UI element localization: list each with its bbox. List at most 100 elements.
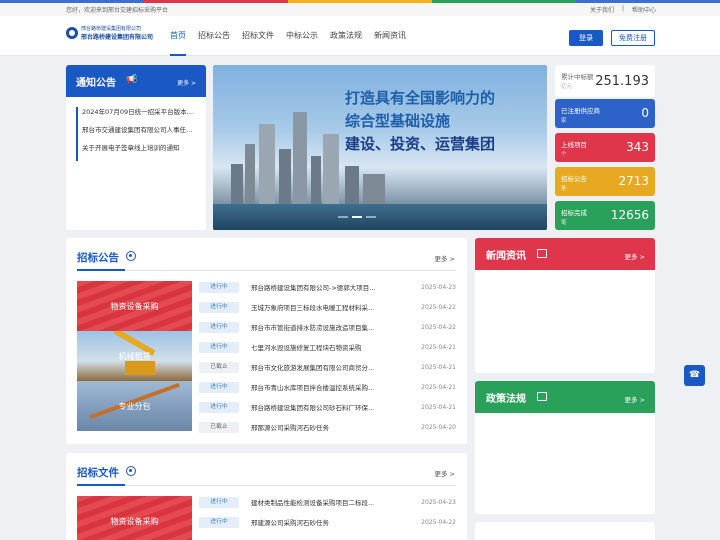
row-title[interactable]: 七里河水毁设施修复工程块石物资采购 [251,342,389,352]
carousel-dot[interactable] [366,216,376,218]
status-badge: 进行中 [199,381,239,393]
table-row[interactable]: 进行中 七里河水毁设施修复工程块石物资采购 2025-04-21 [199,337,456,357]
target-icon [126,466,136,476]
stat-label: 累计中标额 [561,73,594,81]
skyline-building [231,164,243,204]
row-title[interactable]: 邢台市市管街道排水防涝设施改造项目集... [251,322,389,332]
skyline-building [245,144,255,204]
top-separator: | [621,5,624,12]
table-row[interactable]: 进行中 邢台路桥建设集团有限公司砂石料厂环保... 2025-04-21 [199,397,456,417]
stat-completed: 招标完成 笔 12656 [555,201,655,230]
stat-value: 2713 [618,174,649,188]
stat-label: 已注册供应商 [561,107,600,115]
row-date: 2025-04-22 [421,518,456,526]
table-row[interactable]: 进行中 建材类制品性能检测设备采购项目二标段... 2025-04-23 [199,492,456,512]
notice-item[interactable]: 邢台市交通建设集团有限公司人事任免通知 [76,125,198,143]
row-date: 2025-04-23 [421,498,456,506]
policy-header: 政策法规 更多 > [475,381,655,413]
table-row[interactable]: 进行中 玉城万象府项目三标段水电暖工程材料采... 2025-04-22 [199,297,456,317]
nav-policy[interactable]: 政策法规 [330,16,362,56]
skyline-building [345,166,359,204]
welcome-text: 您好，欢迎来到邢台交建招标采购平台 [66,7,169,14]
nav-home[interactable]: 首页 [170,16,186,56]
status-badge: 已截止 [199,421,239,433]
table-row[interactable]: 已截止 邢那源公司采购河石砂任务 2025-04-20 [199,417,456,437]
nav-news[interactable]: 新闻资讯 [374,16,406,56]
nav-bid-docs[interactable]: 招标文件 [242,16,274,56]
status-badge: 进行中 [199,516,239,528]
table-row[interactable]: 进行中 邢台市青山水库项目拌合楼温控系统采购... 2025-04-21 [199,377,456,397]
stat-unit: 笔 [561,220,567,226]
notice-title: 通知公告 [76,78,116,89]
row-title[interactable]: 邢台市文化旅游发展集团有限公司商贸分... [251,362,389,372]
banner-line-2: 综合型基础设施 [345,112,451,130]
category-machinery[interactable]: 机械租赁 [77,331,192,381]
table-row[interactable]: 进行中 邢台市市管街道排水防涝设施改造项目集... 2025-04-22 [199,317,456,337]
register-button[interactable]: 免费注册 [611,30,655,46]
bid-docs-more-link[interactable]: 更多 > [434,468,455,478]
notice-more-link[interactable]: 更多 > [177,78,196,87]
row-date: 2025-04-20 [421,423,456,431]
stat-bid-notices: 招标公告 条 2713 [555,167,655,196]
category-materials[interactable]: 物资设备采购 [77,281,192,331]
row-title[interactable]: 邢那源公司采购河石砂任务 [251,422,389,432]
logo-text-small: 邢台路桥建设集团有限公司 [81,26,142,32]
row-title[interactable]: 建材类制品性能检测设备采购项目二标段... [251,497,389,507]
stat-unit: 亿元 [561,84,573,90]
news-more-link[interactable]: 更多 > [624,251,645,261]
stat-projects: 上线项目 个 343 [555,133,655,162]
row-title[interactable]: 邢台路桥建设集团有限公司->德郭大项目... [251,282,389,292]
bid-docs-title: 招标文件 [77,467,119,479]
carousel-dot[interactable] [338,216,348,218]
carousel-dots[interactable] [338,216,376,218]
bid-notice-panel: 招标公告 更多 > 物资设备采购 机械租赁 专业分包 进行中 邢台路桥建设集团有限… [66,238,467,444]
logo[interactable]: 邢台路桥建设集团有限公司 邢台路桥建设集团有限公司 [66,25,153,41]
logo-mark-icon [66,27,78,39]
skyline-building [363,174,385,204]
skyline-building [259,124,275,204]
stat-value: 12656 [610,208,649,222]
nav-award[interactable]: 中标公示 [286,16,318,56]
policy-more-link[interactable]: 更多 > [624,394,645,404]
excavator-body [125,361,155,375]
category-materials[interactable]: 物资设备采购 [77,496,192,540]
nav-bid-notice[interactable]: 招标公告 [198,16,230,56]
skyline-building [293,112,307,204]
title-underline [77,269,125,271]
about-link[interactable]: 关于我们 [590,5,614,14]
category-label: 机械租赁 [118,352,151,361]
target-icon [126,251,136,261]
hero-banner[interactable]: 打造具有全国影响力的 综合型基础设施 建设、投资、运营集团 [213,65,547,230]
stat-total-award: 累计中标额 亿元 251.193 [555,65,655,97]
table-row[interactable]: 已截止 邢台市文化旅游发展集团有限公司商贸分... 2025-04-21 [199,357,456,377]
category-label: 专业分包 [118,402,151,411]
login-button[interactable]: 登录 [569,30,603,46]
table-row[interactable]: 进行中 邢建源公司采购河石砂任务 2025-04-22 [199,512,456,532]
carousel-dot-active[interactable] [352,216,362,218]
status-badge: 进行中 [199,301,239,313]
logo-text-main: 邢台路桥建设集团有限公司 [81,34,154,41]
notice-item[interactable]: 关于开展电子签章线上培训的通知 [76,143,198,161]
category-subcontract[interactable]: 专业分包 [77,381,192,431]
skyline-building [279,149,291,204]
category-list: 物资设备采购 [77,496,192,540]
row-date: 2025-04-21 [421,403,456,411]
row-title[interactable]: 玉城万象府项目三标段水电暖工程材料采... [251,302,389,312]
status-badge: 进行中 [199,341,239,353]
stat-value: 0 [641,106,649,120]
row-title[interactable]: 邢台路桥建设集团有限公司砂石料厂环保... [251,402,389,412]
header: 邢台路桥建设集团有限公司 邢台路桥建设集团有限公司 首页 招标公告 招标文件 中… [0,16,720,56]
skyline-building [323,134,339,204]
help-link[interactable]: 帮助中心 [632,5,656,14]
row-title[interactable]: 邢建源公司采购河石砂任务 [251,517,389,527]
headset-icon[interactable]: ☎ [684,365,705,386]
bid-notice-more-link[interactable]: 更多 > [434,253,455,263]
main-nav: 首页 招标公告 招标文件 中标公示 政策法规 新闻资讯 [170,16,418,56]
row-title[interactable]: 邢台市青山水库项目拌合楼温控系统采购... [251,382,389,392]
stat-value: 251.193 [595,74,649,89]
notice-item[interactable]: 2024年07月09日统一招采平台版本更新公告 [76,107,198,125]
policy-panel: 政策法规 更多 > [475,381,655,514]
table-row[interactable]: 进行中 邢台路桥建设集团有限公司->德郭大项目... 2025-04-23 [199,277,456,297]
row-date: 2025-04-21 [421,343,456,351]
notice-panel: 通知公告 📢 更多 > 2024年07月09日统一招采平台版本更新公告 邢台市交… [66,65,206,230]
